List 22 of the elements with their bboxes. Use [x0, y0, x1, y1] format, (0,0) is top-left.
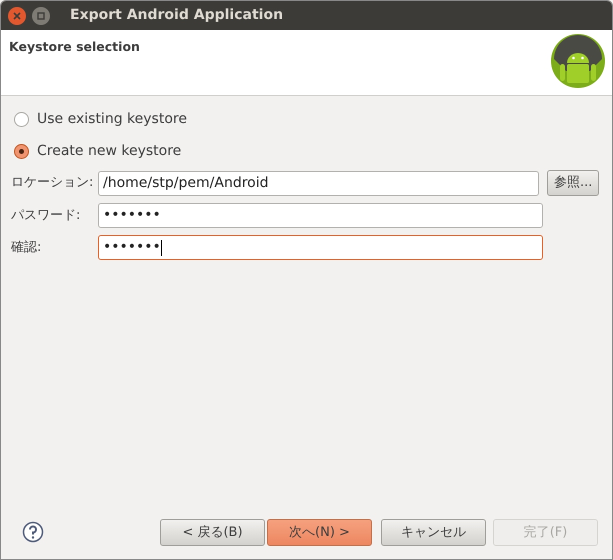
radio-button[interactable] — [14, 144, 29, 159]
close-button[interactable] — [8, 6, 26, 24]
maximize-button[interactable] — [32, 6, 50, 24]
option-label: Use existing keystore — [37, 110, 187, 129]
browse-button[interactable]: 参照... — [547, 170, 599, 196]
help-icon[interactable] — [22, 521, 44, 543]
field-label: 確認: — [11, 238, 42, 257]
dialog-button[interactable]: キャンセル — [381, 519, 486, 546]
dialog-button[interactable]: < 戻る(B) — [160, 519, 265, 546]
input-field[interactable]: ••••••• — [98, 235, 543, 260]
option-label: Create new keystore — [37, 142, 182, 161]
close-icon — [13, 12, 21, 20]
field-label: パスワード: — [11, 206, 82, 225]
radio-button[interactable] — [14, 112, 29, 127]
input-field[interactable]: /home/stp/pem/Android — [98, 170, 540, 196]
android-logo-icon — [550, 33, 606, 89]
field-label: ロケーション: — [11, 174, 94, 192]
window-title: Export Android Application — [70, 6, 284, 25]
dialog-button[interactable]: 次へ(N) > — [267, 519, 372, 546]
page-title: Keystore selection — [9, 38, 140, 56]
maximize-icon — [37, 12, 45, 20]
input-field[interactable]: ••••••• — [98, 203, 543, 228]
